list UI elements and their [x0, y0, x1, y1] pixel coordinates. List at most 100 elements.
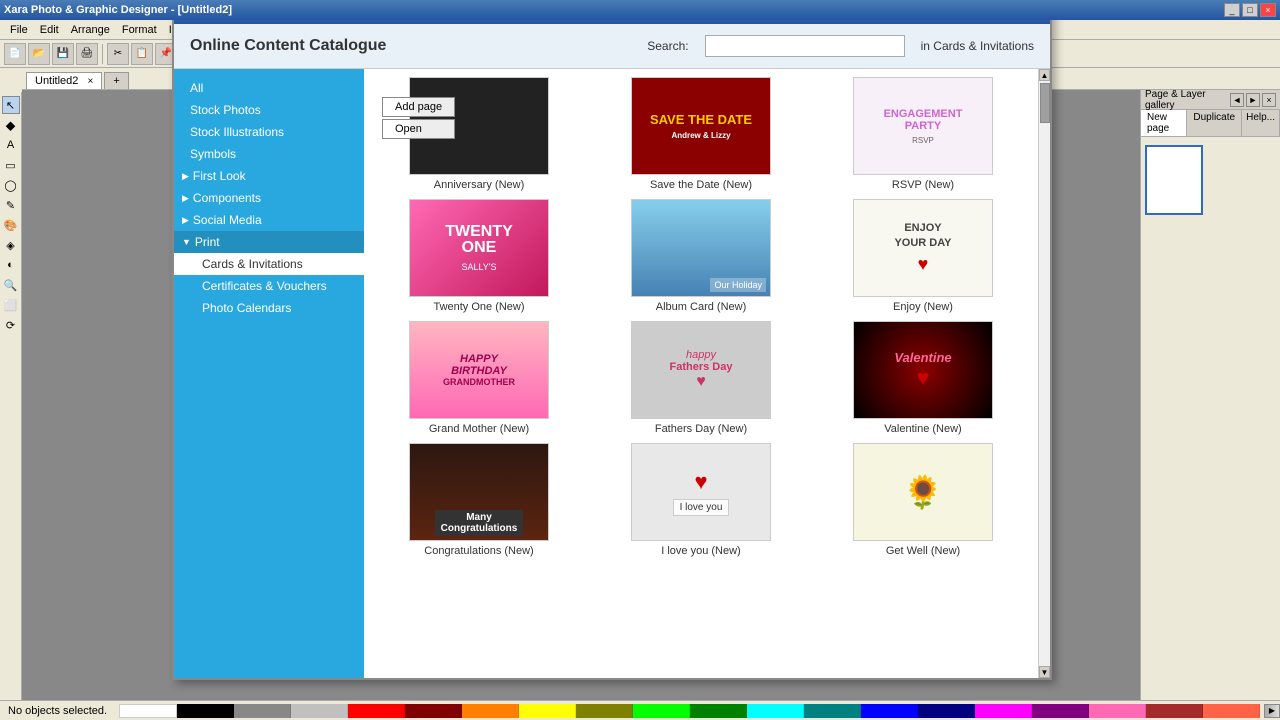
nav-item-stock-illustrations[interactable]: Stock Illustrations	[174, 121, 364, 143]
scrollbar-thumb[interactable]	[1040, 83, 1050, 123]
chevron-right-icon: ▶	[182, 171, 189, 182]
color-swatch-cyan[interactable]	[747, 704, 804, 718]
color-palette-arrow[interactable]: ▶	[1264, 704, 1280, 718]
page-thumbs-area	[1141, 137, 1280, 219]
list-item-anniversary[interactable]: Add page Open Anniversary (New)	[372, 77, 586, 191]
page-thumb-1[interactable]	[1145, 145, 1203, 215]
minimize-button[interactable]: _	[1224, 3, 1240, 17]
tab-close-icon[interactable]: ×	[87, 76, 93, 87]
open-button[interactable]: Open	[382, 119, 455, 139]
tool-zoom[interactable]: 🔍	[2, 276, 20, 294]
close-button[interactable]: ×	[1260, 3, 1276, 17]
menu-arrange[interactable]: Arrange	[65, 22, 116, 38]
list-item-congrats[interactable]: ManyCongratulations Add page Open Congra…	[372, 443, 586, 557]
tool-crop[interactable]: ⬜	[2, 296, 20, 314]
nav-group-components[interactable]: ▶ Components	[174, 187, 364, 209]
panel-tab-help[interactable]: Help...	[1242, 110, 1280, 136]
tool-ellipse[interactable]: ◯	[2, 176, 20, 194]
tab-new[interactable]: +	[104, 72, 128, 89]
nav-item-certificates[interactable]: Certificates & Vouchers	[174, 275, 364, 297]
list-item-albumcard[interactable]: Our Holiday Add page Open Album Card (Ne…	[594, 199, 808, 313]
nav-group-print[interactable]: ▼ Print	[174, 231, 364, 253]
color-swatch-blue[interactable]	[861, 704, 918, 718]
tool-fill[interactable]: 🎨	[2, 216, 20, 234]
tool-node[interactable]: ⬥	[2, 116, 20, 134]
toolbar-new[interactable]: 📄	[4, 43, 26, 65]
status-text: No objects selected.	[0, 705, 115, 717]
tool-rectangle[interactable]: ▭	[2, 156, 20, 174]
panel-expand-btn[interactable]: ►	[1246, 93, 1260, 107]
nav-item-calendars[interactable]: Photo Calendars	[174, 297, 364, 319]
tool-select[interactable]: ↖	[2, 96, 20, 114]
color-swatch-white[interactable]	[119, 704, 177, 718]
toolbar-save[interactable]: 💾	[52, 43, 74, 65]
toolbar-cut[interactable]: ✂	[107, 43, 129, 65]
color-swatch-pink[interactable]	[1089, 704, 1146, 718]
tool-rotate[interactable]: ⟳	[2, 316, 20, 334]
item-label-rsvp: RSVP (New)	[892, 179, 954, 191]
color-swatch-black[interactable]	[177, 704, 234, 718]
menu-file[interactable]: File	[4, 22, 34, 38]
menu-format[interactable]: Format	[116, 22, 163, 38]
list-item-valentine[interactable]: Valentine ♥ Add page Open Valentine (New…	[816, 321, 1030, 435]
tool-text[interactable]: A	[2, 136, 20, 154]
item-overlay-anniversary: Add page Open	[382, 97, 455, 139]
maximize-button[interactable]: □	[1242, 3, 1258, 17]
tool-transparency[interactable]: ◈	[2, 236, 20, 254]
color-swatch-navy[interactable]	[918, 704, 975, 718]
catalogue-body: All Stock Photos Stock Illustrations Sym…	[174, 69, 1050, 678]
panel-collapse-btn[interactable]: ◄	[1230, 93, 1244, 107]
toolbar-open[interactable]: 📂	[28, 43, 50, 65]
menu-edit[interactable]: Edit	[34, 22, 65, 38]
color-swatch-gray[interactable]	[234, 704, 291, 718]
color-swatch-silver[interactable]	[291, 704, 348, 718]
color-swatch-magenta[interactable]	[975, 704, 1032, 718]
tool-shadow[interactable]: ◐	[2, 256, 20, 274]
color-swatch-purple[interactable]	[1032, 704, 1089, 718]
item-label-anniversary: Anniversary (New)	[434, 179, 524, 191]
item-label-grandma: Grand Mother (New)	[429, 423, 529, 435]
list-item-enjoy[interactable]: ENJOYYOUR DAY ♥ Add page Open Enjoy (New…	[816, 199, 1030, 313]
panel-close-btn[interactable]: ×	[1262, 93, 1276, 107]
toolbar-copy[interactable]: 📋	[131, 43, 153, 65]
color-swatch-orange[interactable]	[462, 704, 519, 718]
toolbar-print[interactable]: 🖨	[76, 43, 98, 65]
color-swatch-maroon[interactable]	[405, 704, 462, 718]
nav-group-first-look[interactable]: ▶ First Look	[174, 165, 364, 187]
list-item-getwell[interactable]: 🌻 Add page Open Get Well (New)	[816, 443, 1030, 557]
item-label-congrats: Congratulations (New)	[424, 545, 533, 557]
color-swatch-lime[interactable]	[633, 704, 690, 718]
list-item-iloveyou[interactable]: ♥ I love you Add page Open I love you (N…	[594, 443, 808, 557]
nav-item-symbols[interactable]: Symbols	[174, 143, 364, 165]
list-item-fathersday[interactable]: happy Fathers Day ♥ Add page Open Father…	[594, 321, 808, 435]
color-swatch-red[interactable]	[348, 704, 405, 718]
tab-untitled2[interactable]: Untitled2 ×	[26, 72, 102, 89]
catalogue-content: Add page Open Anniversary (New) SAVE THE…	[364, 69, 1038, 678]
nav-item-stock-photos[interactable]: Stock Photos	[174, 99, 364, 121]
nav-item-all[interactable]: All	[174, 77, 364, 99]
item-label-enjoy: Enjoy (New)	[893, 301, 953, 313]
color-swatch-teal[interactable]	[804, 704, 861, 718]
color-swatch-green[interactable]	[690, 704, 747, 718]
search-input[interactable]	[705, 35, 905, 57]
scrollbar-up-btn[interactable]: ▲	[1039, 69, 1050, 81]
list-item-twentyone[interactable]: TWENTY ONE SALLY'S Add page Open Twenty …	[372, 199, 586, 313]
nav-group-social-media[interactable]: ▶ Social Media	[174, 209, 364, 231]
color-swatch-brown[interactable]	[1146, 704, 1203, 718]
nav-item-cards[interactable]: Cards & Invitations	[174, 253, 364, 275]
right-panel-controls: ◄ ► ×	[1230, 93, 1276, 107]
color-swatch-tomato[interactable]	[1203, 704, 1260, 718]
list-item-rsvp[interactable]: ENGAGEMENT PARTY RSVP Add page Open RSVP…	[816, 77, 1030, 191]
add-page-button[interactable]: Add page	[382, 97, 455, 117]
tool-pen[interactable]: ✎	[2, 196, 20, 214]
list-item-savedate[interactable]: SAVE THE DATE Andrew & Lizzy Add page Op…	[594, 77, 808, 191]
color-swatch-yellow[interactable]	[519, 704, 576, 718]
color-swatch-olive[interactable]	[576, 704, 633, 718]
scrollbar-down-btn[interactable]: ▼	[1039, 666, 1050, 678]
right-panel-title-bar: Page & Layer gallery ◄ ► ×	[1141, 90, 1280, 110]
panel-tab-duplicate[interactable]: Duplicate	[1187, 110, 1242, 136]
status-bar: No objects selected. ▶	[0, 700, 1280, 720]
panel-tab-new-page[interactable]: New page	[1141, 110, 1187, 136]
catalogue-title: Online Content Catalogue	[190, 37, 631, 55]
list-item-grandma[interactable]: HAPPY BIRTHDAY GRANDMOTHER Add page Open…	[372, 321, 586, 435]
